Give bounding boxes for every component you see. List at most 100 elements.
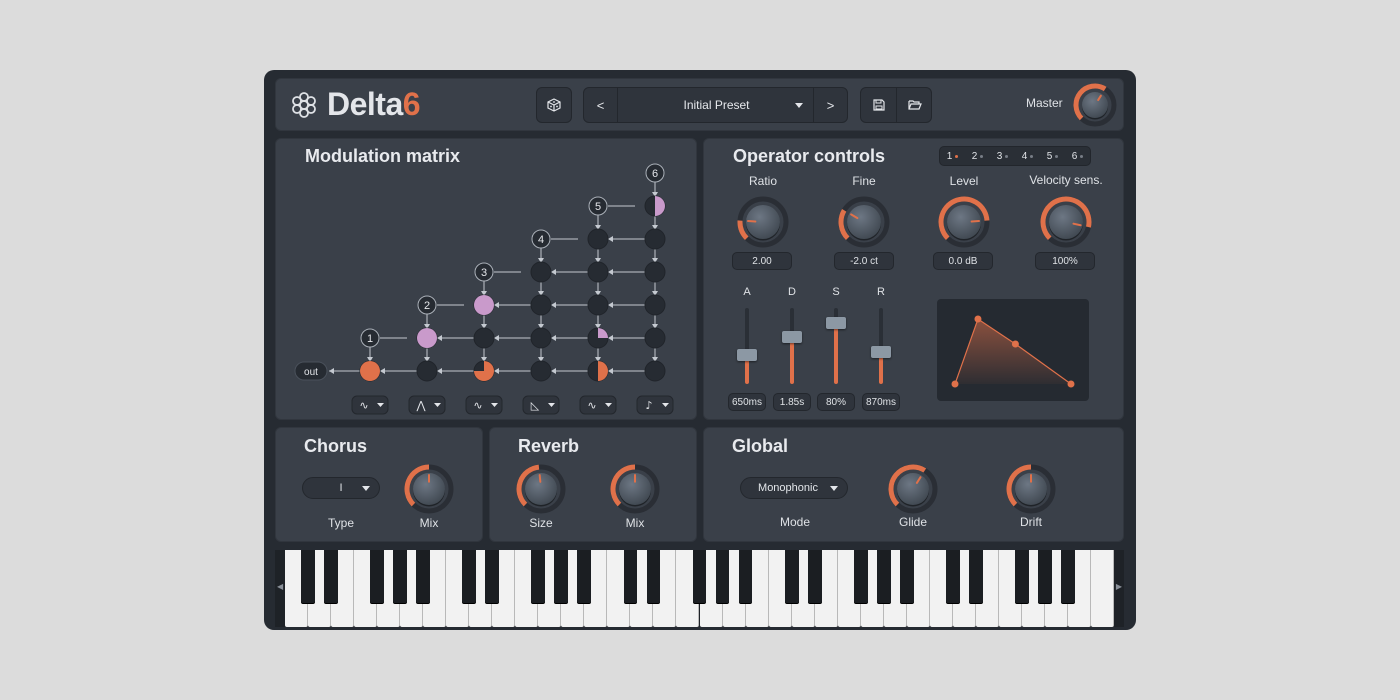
waveform-select-op5[interactable] [579, 395, 617, 415]
operator-tab-4[interactable]: 4 [1015, 147, 1040, 165]
envelope-area [955, 319, 1071, 384]
reverb-mix-knob[interactable] [610, 464, 660, 514]
black-key[interactable] [807, 550, 822, 603]
modulation-matrix-grid[interactable]: out 1 2 3 4 5 6 ∿ ⋀ ∿ ◺ ∿ ♪ [275, 138, 697, 420]
black-key[interactable] [968, 550, 983, 603]
fine-value[interactable]: -2.0 ct [834, 252, 894, 270]
black-key[interactable] [945, 550, 960, 603]
matrix-node-r3-c5[interactable] [587, 294, 609, 316]
level-value[interactable]: 0.0 dB [933, 252, 993, 270]
keyboard-scroll-left-icon[interactable]: ◀ [277, 582, 283, 591]
black-key[interactable] [554, 550, 569, 603]
black-key[interactable] [393, 550, 408, 603]
matrix-node-r3-c6[interactable] [644, 294, 666, 316]
operator-tab-1[interactable]: 1 [940, 147, 965, 165]
envelope-s-value[interactable]: 80% [817, 393, 855, 411]
next-preset-button[interactable]: > [813, 88, 847, 122]
level-knob[interactable] [938, 196, 990, 248]
black-key[interactable] [462, 550, 477, 603]
matrix-node-r2-c6[interactable] [644, 327, 666, 349]
envelope-point-4[interactable] [1067, 380, 1075, 388]
waveform-select-op4[interactable] [522, 395, 560, 415]
waveform-select-op6[interactable] [636, 395, 674, 415]
envelope-d-slider[interactable] [790, 308, 794, 384]
operator-tab-2[interactable]: 2 [965, 147, 990, 165]
synth-plugin-window: Delta6 < Initial Preset > Master Modulat… [264, 70, 1136, 630]
open-preset-button[interactable] [897, 88, 932, 122]
black-key[interactable] [416, 550, 431, 603]
black-key[interactable] [876, 550, 891, 603]
matrix-node-r3-c4[interactable] [530, 294, 552, 316]
keyboard-scroll-right-icon[interactable]: ▶ [1116, 582, 1122, 591]
chorus-mix-knob[interactable] [404, 464, 454, 514]
black-key[interactable] [577, 550, 592, 603]
fine-knob[interactable] [838, 196, 890, 248]
operator-tab-6[interactable]: 6 [1065, 147, 1090, 165]
waveform-select-op1[interactable] [351, 395, 389, 415]
preset-name-dropdown[interactable]: Initial Preset [618, 88, 815, 122]
matrix-node-r1-c4[interactable] [530, 360, 552, 382]
glide-knob[interactable] [888, 464, 938, 514]
black-key[interactable] [531, 550, 546, 603]
slider-thumb[interactable] [737, 349, 757, 362]
black-key[interactable] [899, 550, 914, 603]
prev-preset-button[interactable]: < [584, 88, 618, 122]
envelope-a-value[interactable]: 650ms [728, 393, 766, 411]
matrix-node-r4-c4[interactable] [530, 261, 552, 283]
matrix-node-r4-c6[interactable] [644, 261, 666, 283]
randomize-button[interactable] [536, 87, 572, 123]
matrix-node-r5-c6[interactable] [644, 228, 666, 250]
slider-thumb[interactable] [826, 317, 846, 330]
knob-pointer [538, 474, 542, 483]
piano-keyboard[interactable]: ◀ ▶ [275, 550, 1124, 627]
black-key[interactable] [301, 550, 315, 603]
black-key[interactable] [715, 550, 730, 603]
black-key[interactable] [853, 550, 868, 603]
black-key[interactable] [738, 550, 753, 603]
envelope-a-slider[interactable] [745, 308, 749, 384]
arrow-left-icon [494, 302, 499, 308]
matrix-node-r1-c6[interactable] [644, 360, 666, 382]
operator-tab-5[interactable]: 5 [1040, 147, 1065, 165]
slider-thumb[interactable] [871, 346, 891, 359]
black-key[interactable] [784, 550, 799, 603]
voice-mode-select[interactable]: Monophonic [740, 477, 848, 499]
black-key[interactable] [1038, 550, 1052, 603]
envelope-d-value[interactable]: 1.85s [773, 393, 811, 411]
black-key[interactable] [1014, 550, 1029, 603]
chorus-type-select[interactable]: I [302, 477, 380, 499]
black-key[interactable] [623, 550, 638, 603]
white-key[interactable] [1090, 550, 1114, 627]
black-key[interactable] [1061, 550, 1075, 603]
save-preset-button[interactable] [861, 88, 897, 122]
matrix-node-r2-c3[interactable] [473, 327, 495, 349]
black-key[interactable] [324, 550, 338, 603]
drift-knob[interactable] [1006, 464, 1056, 514]
velocity-sens-value[interactable]: 100% [1035, 252, 1095, 270]
black-key[interactable] [646, 550, 661, 603]
envelope-point-1[interactable] [951, 380, 959, 388]
operator-1-number: 1 [367, 333, 373, 345]
slider-thumb[interactable] [782, 330, 802, 343]
matrix-node-r2-c4[interactable] [530, 327, 552, 349]
waveform-select-op2[interactable] [408, 395, 446, 415]
velocity-sens-knob[interactable] [1040, 196, 1092, 248]
matrix-node-r1-c2[interactable] [416, 360, 438, 382]
black-key[interactable] [485, 550, 500, 603]
matrix-node-r6-c6-fill [655, 196, 665, 216]
matrix-node-r5-c5[interactable] [587, 228, 609, 250]
operator-tab-3[interactable]: 3 [990, 147, 1015, 165]
black-key[interactable] [692, 550, 707, 603]
envelope-point-2[interactable] [974, 315, 982, 323]
envelope-point-3[interactable] [1011, 340, 1019, 348]
envelope-r-value[interactable]: 870ms [862, 393, 900, 411]
master-volume-knob[interactable] [1073, 83, 1117, 127]
waveform-select-op3[interactable] [465, 395, 503, 415]
envelope-display[interactable] [937, 299, 1089, 401]
chevron-down-icon [362, 486, 370, 491]
ratio-knob[interactable] [737, 196, 789, 248]
reverb-size-knob[interactable] [516, 464, 566, 514]
matrix-node-r4-c5[interactable] [587, 261, 609, 283]
black-key[interactable] [370, 550, 384, 603]
ratio-value[interactable]: 2.00 [732, 252, 792, 270]
